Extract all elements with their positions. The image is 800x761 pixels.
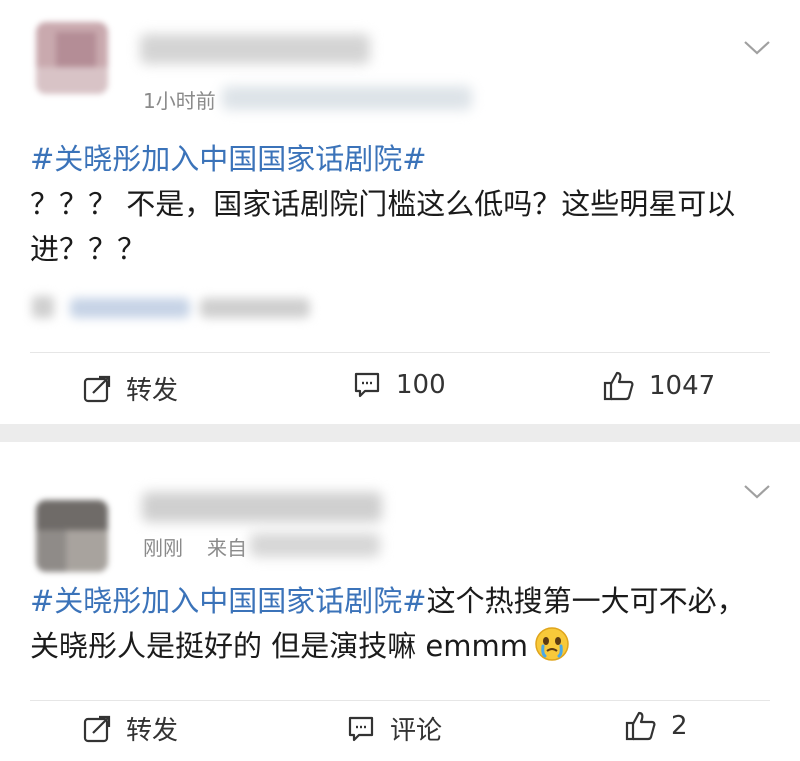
comment-count: 100 bbox=[396, 370, 446, 400]
like-button[interactable]: 1047 bbox=[603, 370, 715, 402]
crying-emoji-icon bbox=[534, 626, 570, 675]
thumbs-up-icon bbox=[625, 711, 656, 741]
like-count: 2 bbox=[671, 711, 688, 741]
post-time: 1小时前 bbox=[143, 89, 216, 113]
username-blurred[interactable] bbox=[142, 492, 382, 522]
comment-icon bbox=[354, 372, 380, 398]
divider bbox=[30, 700, 770, 701]
post-source-label: 来自 bbox=[207, 536, 247, 560]
repost-button[interactable]: 转发 bbox=[82, 370, 178, 407]
post-source-blurred bbox=[222, 86, 472, 110]
post-time: 刚刚 bbox=[143, 536, 183, 560]
username-blurred[interactable] bbox=[140, 34, 370, 64]
chevron-down-icon[interactable] bbox=[742, 38, 772, 58]
post-source-blurred bbox=[250, 533, 380, 557]
repost-button[interactable]: 转发 bbox=[82, 710, 178, 747]
comment-card-2: 刚刚 来自 #关晓彤加入中国国家话剧院#这个热搜第一大可不必，关晓彤人是挺好的 … bbox=[0, 442, 800, 761]
post-text: #关晓彤加入中国国家话剧院#这个热搜第一大可不必，关晓彤人是挺好的 但是演技嘛 … bbox=[30, 579, 764, 675]
comment-card-1: 1小时前 #关晓彤加入中国国家话剧院# ？？？ 不是，国家话剧院门槛这么低吗？这… bbox=[0, 0, 800, 424]
share-icon bbox=[83, 715, 111, 742]
like-button[interactable]: 2 bbox=[625, 710, 688, 742]
comment-label: 评论 bbox=[390, 716, 443, 746]
liked-by-blurred bbox=[30, 290, 320, 324]
comment-button[interactable]: 100 bbox=[352, 370, 446, 400]
post-body: ？？？ 不是，国家话剧院门槛这么低吗？这些明星可以进？？？ bbox=[30, 187, 736, 266]
comment-icon bbox=[348, 716, 374, 741]
hashtag-link[interactable]: #关晓彤加入中国国家话剧院# bbox=[30, 142, 427, 176]
hashtag-link[interactable]: #关晓彤加入中国国家话剧院# bbox=[30, 584, 427, 618]
like-count: 1047 bbox=[649, 371, 716, 401]
thumbs-up-icon bbox=[603, 371, 634, 401]
chevron-down-icon[interactable] bbox=[742, 482, 772, 502]
comment-button[interactable]: 评论 bbox=[346, 710, 442, 747]
post-text: #关晓彤加入中国国家话剧院# ？？？ 不是，国家话剧院门槛这么低吗？这些明星可以… bbox=[30, 137, 764, 272]
share-icon bbox=[83, 375, 111, 402]
divider bbox=[30, 352, 770, 353]
avatar[interactable] bbox=[36, 500, 108, 572]
avatar[interactable] bbox=[36, 22, 108, 94]
repost-label: 转发 bbox=[126, 376, 179, 406]
repost-label: 转发 bbox=[126, 716, 179, 746]
